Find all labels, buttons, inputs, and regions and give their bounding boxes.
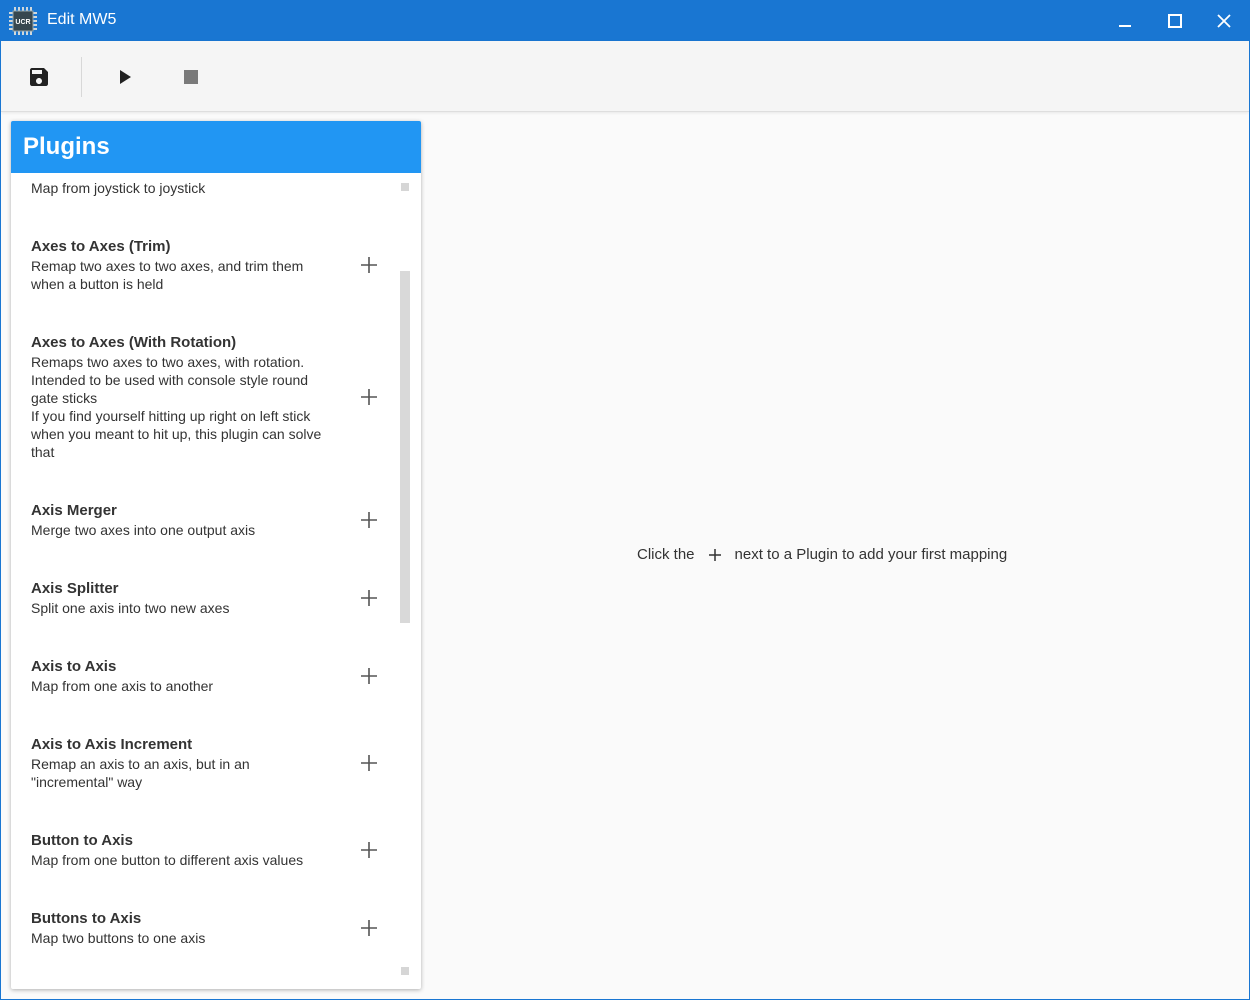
plugin-title: Axis Merger: [31, 502, 117, 519]
add-plugin-button[interactable]: [357, 253, 381, 277]
plugins-header: Plugins: [11, 121, 421, 173]
plugin-description: Remaps two axes to two axes, with rotati…: [31, 354, 322, 460]
plus-icon: [361, 920, 377, 936]
plus-icon: [361, 389, 377, 405]
plus-icon: [361, 842, 377, 858]
plus-icon: [361, 755, 377, 771]
maximize-button[interactable]: [1150, 1, 1200, 41]
plugins-scrollbar[interactable]: [399, 173, 411, 989]
empty-state-text-after: next to a Plugin to add your first mappi…: [734, 546, 1008, 563]
plugins-title: Plugins: [23, 133, 110, 160]
plugin-title: Buttons to Axis: [31, 910, 142, 927]
plugin-title: Axis Splitter: [31, 580, 119, 597]
title-bar: UCR Edit MW5: [1, 1, 1249, 41]
plugin-description: Map from one axis to another: [31, 678, 214, 694]
plus-icon: [361, 590, 377, 606]
plugin-title: Button to Axis: [31, 832, 133, 849]
scroll-up-arrow[interactable]: [401, 183, 409, 191]
plugin-item: Button to Axis Map from one button to di…: [31, 831, 371, 869]
ucr-app-icon: UCR: [9, 7, 37, 35]
maximize-icon: [1168, 14, 1182, 28]
plugin-item: Axis Merger Merge two axes into one outp…: [31, 501, 371, 539]
plugin-title: Axis to Axis: [31, 658, 117, 675]
toolbar-separator: [81, 57, 82, 97]
empty-state-message: Click the next to a Plugin to add your f…: [637, 546, 1007, 563]
add-plugin-button[interactable]: [357, 664, 381, 688]
add-plugin-button[interactable]: [357, 586, 381, 610]
window-title: Edit MW5: [47, 11, 117, 28]
play-icon: [120, 70, 131, 84]
add-plugin-button[interactable]: [357, 916, 381, 940]
scroll-down-arrow[interactable]: [401, 967, 409, 975]
toolbar: [1, 41, 1249, 112]
plugin-item-partial: Map from joystick to joystick: [31, 179, 371, 197]
svg-text:UCR: UCR: [15, 19, 30, 26]
stop-button[interactable]: [169, 55, 213, 99]
plus-icon: [361, 257, 377, 273]
plugin-description: Remap an axis to an axis, but in an "inc…: [31, 756, 250, 790]
plugins-panel: Plugins Map from joystick to joystick Ax…: [11, 121, 421, 989]
close-icon: [1217, 14, 1231, 28]
plus-icon: [361, 668, 377, 684]
plugin-item: Axis Splitter Split one axis into two ne…: [31, 579, 371, 617]
scroll-thumb[interactable]: [400, 271, 410, 623]
plugin-title: Axis to Axis Increment: [31, 736, 193, 753]
app-window: UCR Edit MW5 Plugins Map from joystick t…: [0, 0, 1250, 1000]
plus-icon: [361, 512, 377, 528]
save-button[interactable]: [17, 55, 61, 99]
plugin-description: Split one axis into two new axes: [31, 600, 230, 616]
close-button[interactable]: [1199, 1, 1249, 41]
minimize-button[interactable]: [1100, 1, 1150, 41]
plugins-list[interactable]: Map from joystick to joystick Axes to Ax…: [11, 173, 421, 989]
plugin-item: Axes to Axes (Trim) Remap two axes to tw…: [31, 237, 371, 293]
plus-icon: [695, 548, 735, 562]
plugin-description: Map from joystick to joystick: [31, 180, 206, 196]
add-plugin-button[interactable]: [357, 751, 381, 775]
plugin-item: Axes to Axes (With Rotation) Remaps two …: [31, 333, 371, 461]
stop-icon: [184, 70, 198, 84]
plugin-title: Axes to Axes (With Rotation): [31, 334, 237, 351]
add-plugin-button[interactable]: [357, 838, 381, 862]
plugin-description: Map from one button to different axis va…: [31, 852, 304, 868]
plugin-title: Axes to Axes (Trim): [31, 238, 171, 255]
plugin-description: Merge two axes into one output axis: [31, 522, 256, 538]
save-icon: [30, 68, 48, 86]
plugin-item: Axis to Axis Increment Remap an axis to …: [31, 735, 371, 791]
add-plugin-button[interactable]: [357, 385, 381, 409]
play-button[interactable]: [102, 55, 146, 99]
minimize-icon: [1119, 25, 1131, 27]
plugin-item: Axis to Axis Map from one axis to anothe…: [31, 657, 371, 695]
empty-state-text-before: Click the: [637, 546, 695, 563]
plugin-item: Buttons to Axis Map two buttons to one a…: [31, 909, 371, 947]
plugin-description: Remap two axes to two axes, and trim the…: [31, 258, 304, 292]
plugin-description: Map two buttons to one axis: [31, 930, 206, 946]
add-plugin-button[interactable]: [357, 508, 381, 532]
